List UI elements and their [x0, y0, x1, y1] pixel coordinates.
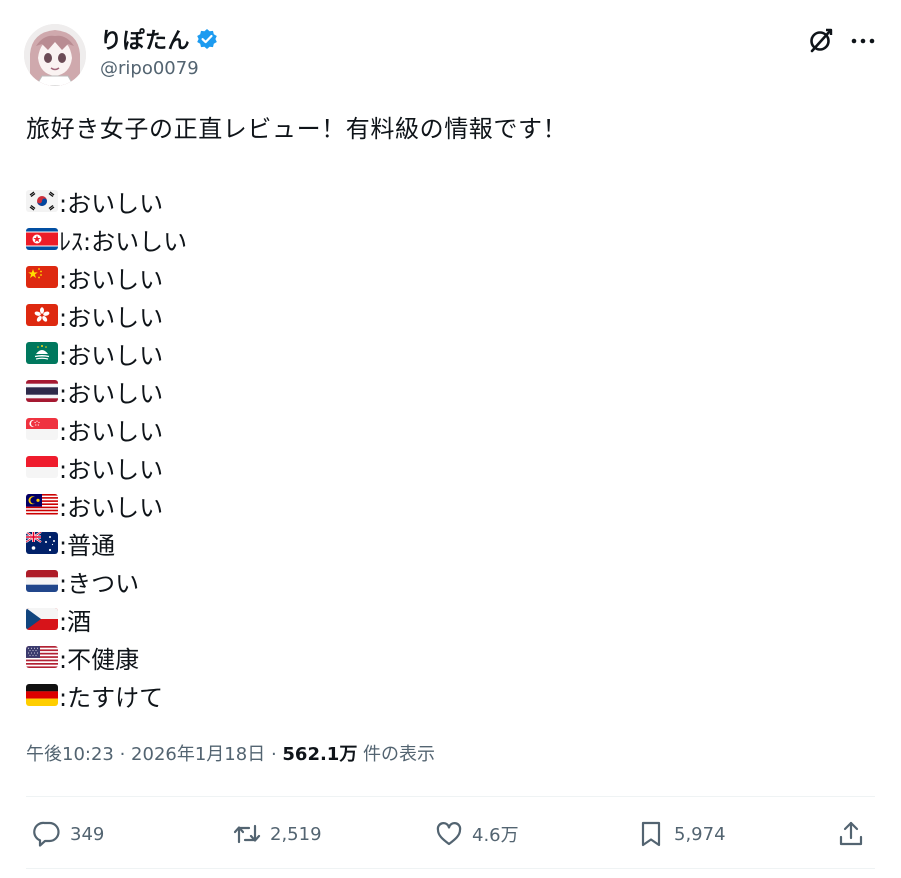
list-item-text: :おいしい [59, 303, 164, 332]
more-icon [851, 38, 875, 44]
verified-badge-icon [196, 28, 218, 50]
divider [26, 868, 875, 869]
user-name-row[interactable]: りぽたん [100, 24, 218, 54]
like-button[interactable]: 4.6万 [434, 812, 519, 856]
list-item: :たすけて [26, 676, 187, 714]
list-item: ﾚｽ:おいしい [26, 220, 187, 258]
like-count: 4.6万 [472, 825, 519, 846]
meta-separator: · [265, 744, 283, 765]
flag-list: :おいしい ﾚｽ:おいしい :おいしい:おいしい:おいしい:おいしい:… [26, 182, 187, 714]
china-flag-icon [26, 266, 58, 288]
bookmark-icon [641, 821, 661, 847]
north-korea-flag-icon [26, 228, 58, 250]
list-item: :おいしい [26, 182, 187, 220]
hong-kong-flag-icon [26, 304, 58, 326]
list-item-prefix: ﾚｽ [59, 227, 83, 256]
list-item: :おいしい [26, 486, 187, 524]
list-item-text: :おいしい [59, 265, 164, 294]
netherlands-flag-icon [26, 570, 58, 592]
list-item-text: :おいしい [59, 417, 164, 446]
list-item-text: :酒 [59, 607, 92, 636]
tweet-text: 旅好き女子の正直レビュー！有料級の情報です！ [26, 115, 568, 143]
czech-flag-icon [26, 608, 58, 630]
germany-flag-icon [26, 684, 58, 706]
divider [26, 796, 875, 797]
tweet-meta: 午後10:23 · 2026年1月18日 · 562.1万 件の表示 [26, 740, 435, 766]
indonesia-flag-icon [26, 456, 58, 478]
list-item: :おいしい [26, 296, 187, 334]
more-button[interactable] [848, 26, 878, 56]
list-item: :普通 [26, 524, 187, 562]
list-item-text: :おいしい [83, 227, 188, 256]
repost-button[interactable]: 2,519 [232, 812, 322, 856]
list-item-text: :おいしい [59, 379, 164, 408]
list-item-text: :不健康 [59, 645, 140, 674]
tweet-date[interactable]: 2026年1月18日 [131, 744, 265, 765]
reply-icon [33, 821, 60, 847]
list-item: :おいしい [26, 258, 187, 296]
list-item: :不健康 [26, 638, 187, 676]
macau-flag-icon [26, 342, 58, 364]
meta-separator: · [113, 744, 132, 765]
list-item: :おいしい [26, 372, 187, 410]
list-item-text: :普通 [59, 531, 116, 560]
list-item: :おいしい [26, 410, 187, 448]
thailand-flag-icon [26, 380, 58, 402]
bookmark-count: 5,974 [674, 823, 726, 845]
usa-flag-icon [26, 646, 58, 668]
repost-count: 2,519 [270, 823, 322, 845]
bookmark-button[interactable]: 5,974 [636, 812, 726, 856]
list-item: :おいしい [26, 448, 187, 486]
heart-icon [436, 822, 462, 846]
action-bar: 349 2,519 4.6万 5,974 [26, 812, 875, 856]
list-item: :酒 [26, 600, 187, 638]
list-item: :おいしい [26, 334, 187, 372]
list-item-text: :おいしい [59, 189, 164, 218]
south-korea-flag-icon [26, 190, 58, 212]
views-label: 件の表示 [357, 744, 436, 765]
list-item: :きつい [26, 562, 187, 600]
share-icon [839, 821, 863, 846]
user-handle[interactable]: @ripo0079 [100, 58, 199, 79]
views-count: 562.1万 [282, 744, 358, 765]
list-item-text: :たすけて [59, 683, 164, 712]
list-item-text: :おいしい [59, 493, 164, 522]
grok-button[interactable] [806, 26, 836, 56]
list-item-text: :きつい [59, 569, 140, 598]
reply-button[interactable]: 349 [32, 812, 104, 856]
avatar-illustration-icon [24, 24, 86, 86]
avatar[interactable] [24, 24, 86, 86]
list-item-text: :おいしい [59, 341, 164, 370]
reply-count: 349 [70, 823, 105, 845]
singapore-flag-icon [26, 418, 58, 440]
tweet-card: りぽたん @ripo0079 旅好き女子の正直レビュー！有料級の情報です！:お… [0, 0, 901, 878]
australia-flag-icon [26, 532, 58, 554]
list-item-text: :おいしい [59, 455, 164, 484]
malaysia-flag-icon [26, 494, 58, 516]
repost-icon [233, 824, 261, 844]
share-button[interactable] [836, 812, 866, 856]
grok-icon [810, 28, 833, 53]
tweet-time[interactable]: 午後10:23 [26, 744, 114, 765]
display-name[interactable]: りぽたん [100, 23, 190, 55]
